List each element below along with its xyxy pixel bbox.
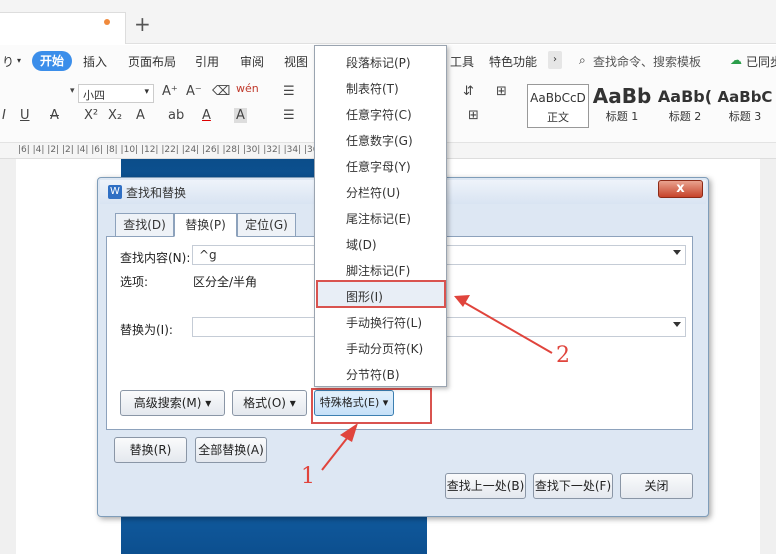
arrow-1-head-icon [340, 423, 358, 442]
annotation-arrows [321, 295, 553, 471]
tab-replace[interactable]: 替换(P) [174, 213, 237, 237]
annotation-number-2: 2 [556, 343, 570, 368]
annotation-number-1: 1 [301, 464, 315, 489]
arrow-2-shaft [459, 299, 553, 354]
